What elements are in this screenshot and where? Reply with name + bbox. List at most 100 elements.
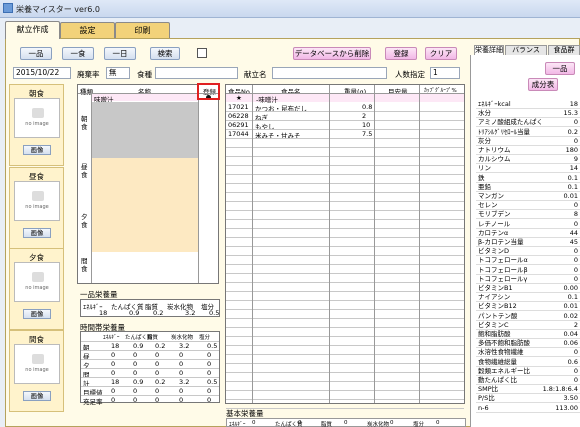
basic-item: 0 (298, 420, 302, 426)
row-line (226, 354, 464, 355)
row-line (226, 318, 464, 319)
nutrient-value: 0.2 (567, 127, 578, 136)
nutrient-name: 水溶性食物繊維 (478, 348, 524, 357)
nutrient-row: ビタミンB1 0.00 (476, 284, 580, 293)
image-button[interactable]: 画像 (23, 228, 51, 238)
tab-menu-create[interactable]: 献立作成 (5, 21, 60, 39)
row-line (226, 264, 464, 265)
time-cell: 0.2 (155, 378, 166, 386)
time-cell: 0 (133, 396, 138, 404)
meal-box-breakfast: 朝食 no image 画像 (9, 84, 64, 166)
meal-box-snack: 間食 no image 画像 (9, 330, 64, 412)
clear-button[interactable]: クリア (425, 47, 457, 60)
dinner-rows (92, 198, 198, 252)
row-line (81, 350, 219, 351)
isshoku-button[interactable]: 一食 (62, 47, 94, 60)
food-row-no[interactable]: 06291 (228, 121, 249, 129)
nutrient-row: カロテンα 44 (476, 229, 580, 238)
section-breakfast: 朝食 (81, 115, 88, 131)
lunch-rows (92, 158, 198, 198)
nutrient-name: アミノ酸組成たんぱく (478, 118, 543, 127)
menu-table[interactable]: 種類 名称 登録 味噌汁 朝食 昼食 夕食 間食 (77, 84, 219, 284)
nutrient-name: セレン (478, 201, 498, 210)
nutrient-value: 0.04 (563, 330, 578, 338)
header-cell: 炭水化物 (171, 335, 194, 341)
row-line (81, 359, 219, 360)
image-button[interactable]: 画像 (23, 145, 51, 155)
row-line (226, 273, 464, 274)
date-field[interactable]: 2015/10/22 (13, 67, 71, 79)
image-button[interactable]: 画像 (23, 391, 51, 401)
ippin-button[interactable]: 一品 (20, 47, 52, 60)
col-divider (329, 85, 330, 403)
food-row-no[interactable]: 17044 (228, 130, 249, 138)
section-snack: 間食 (81, 257, 88, 273)
food-row-weight[interactable]: 7.5 (362, 130, 372, 138)
db-delete-button[interactable]: データベースから削除 (293, 47, 371, 60)
row-line (226, 399, 464, 400)
nutrient-value: 0.01 (563, 192, 578, 200)
row-line (226, 120, 464, 121)
food-row-weight[interactable]: 0.8 (362, 103, 372, 111)
ichinichi-button[interactable]: 一日 (104, 47, 136, 60)
food-row-no[interactable]: 06228 (228, 112, 249, 120)
tab-print[interactable]: 印刷 (115, 22, 170, 38)
row-line (226, 255, 464, 256)
people-select[interactable]: 1 (430, 67, 460, 79)
nutrient-value: 0.6 (567, 357, 578, 366)
food-row-weight[interactable]: 10 (362, 121, 370, 129)
time-cell: 0 (133, 360, 138, 368)
nutrient-value: 113.00 (555, 403, 578, 412)
col-divider (252, 85, 253, 403)
nutrient-name: トコフェロールβ (478, 265, 528, 274)
nutrient-value: 0 (573, 274, 578, 283)
nutrient-value: 0 (573, 348, 578, 357)
time-cell: 0 (133, 369, 138, 377)
basic-item: 0 (390, 420, 394, 426)
time-cell: 0 (155, 387, 160, 395)
nutrient-value: 0.06 (563, 339, 578, 348)
row-line (226, 327, 464, 328)
nutrient-name: トコフェロールγ (478, 274, 528, 283)
time-cell: 3.2 (179, 378, 190, 386)
copy-icon[interactable] (197, 48, 207, 58)
row-line (226, 228, 464, 229)
menu-name-input[interactable] (272, 67, 387, 79)
basic-item: 0 (344, 420, 348, 426)
image-button[interactable]: 画像 (23, 309, 51, 319)
nutrient-row: モリブデン 8 (476, 210, 580, 220)
nutrient-row: トコフェロールβ 0 (476, 266, 580, 275)
meal-image: no image (14, 98, 60, 138)
seibun-button[interactable]: 成分表 (528, 78, 558, 91)
food-row-weight[interactable]: 2 (362, 112, 366, 120)
meal-image: no image (14, 344, 60, 384)
image-icon (32, 191, 44, 201)
row-line (226, 372, 464, 373)
nutrient-row: 鉄 0.1 (476, 174, 580, 183)
nutrient-name: 多価不飽和脂肪酸 (478, 339, 530, 348)
shokushu-select[interactable] (155, 67, 238, 79)
value-fat: 0.2 (153, 309, 164, 317)
time-cell: 0 (179, 351, 184, 359)
time-cell: 0.5 (207, 342, 218, 350)
nutrient-row: 水分 15.3 (476, 109, 580, 119)
search-button[interactable]: 検索 (150, 47, 180, 60)
nutrient-value: 0 (573, 366, 578, 375)
side-ippin-button[interactable]: 一品 (545, 62, 575, 75)
nutrient-value: 44 (569, 228, 578, 237)
time-cell: 充足率 (83, 398, 103, 406)
nutrient-value: 0 (573, 256, 578, 265)
time-cell: 0 (207, 396, 212, 404)
nutrient-name: ビタミンB12 (478, 302, 517, 311)
register-button[interactable]: 登録 (385, 47, 417, 60)
nutrient-name: 水分 (478, 109, 491, 118)
waste-select[interactable]: 無 (106, 67, 130, 79)
value-protein: 0.9 (129, 309, 140, 317)
food-table[interactable]: 食品No 食品名 重量(g) 目安量 ｶｯﾌﾟｸﾞﾙｰﾌﾟ% ★ -味噌汁 17… (225, 84, 465, 409)
food-row-no[interactable]: 17021 (228, 103, 249, 111)
nutrient-value: 14 (569, 164, 578, 173)
meal-box-lunch: 昼食 no image 画像 (9, 167, 64, 249)
row-line (226, 309, 464, 310)
snack-rows (92, 252, 198, 282)
tab-settings[interactable]: 設定 (60, 22, 115, 38)
